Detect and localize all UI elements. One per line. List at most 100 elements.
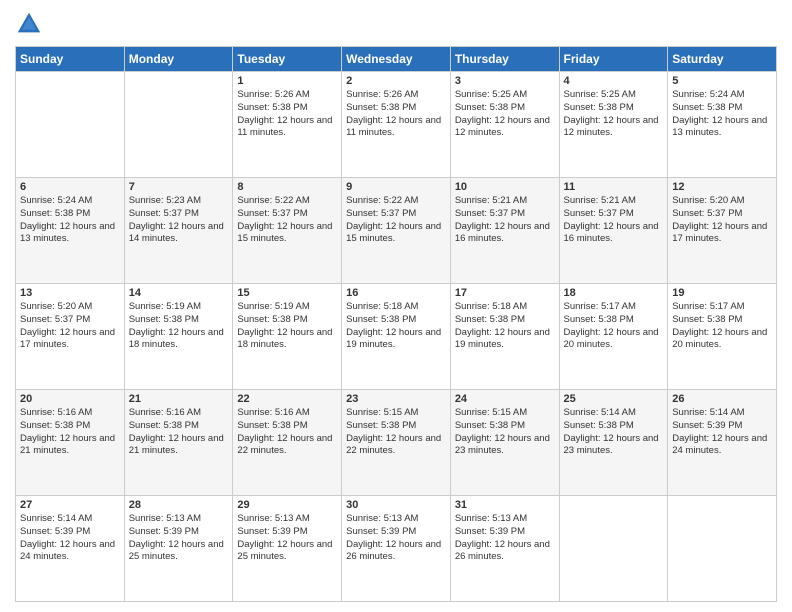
- day-info: Sunrise: 5:18 AM Sunset: 5:38 PM Dayligh…: [346, 301, 446, 352]
- day-info: Sunrise: 5:14 AM Sunset: 5:39 PM Dayligh…: [20, 513, 120, 564]
- day-number: 19: [672, 287, 772, 299]
- calendar-header-friday: Friday: [559, 47, 668, 72]
- day-number: 24: [455, 393, 555, 405]
- calendar-body: 1Sunrise: 5:26 AM Sunset: 5:38 PM Daylig…: [16, 72, 777, 602]
- calendar-header-sunday: Sunday: [16, 47, 125, 72]
- calendar-cell: 11 Sunrise: 5:21 AM Sunset: 5:37 PM Dayli…: [559, 178, 668, 284]
- day-info: Sunrise: 5:24 AM Sunset: 5:38 PM Dayligh…: [20, 195, 120, 246]
- calendar-header-tuesday: Tuesday: [233, 47, 342, 72]
- day-number: 31: [455, 499, 555, 511]
- day-info: Sunrise: 5:13 AM Sunset: 5:39 PM Dayligh…: [237, 513, 337, 564]
- day-info: Sunrise: 5:16 AM Sunset: 5:38 PM Dayligh…: [129, 407, 229, 458]
- day-info: Sunrise: 5:23 AM Sunset: 5:37 PM Dayligh…: [129, 195, 229, 246]
- day-info: Sunrise: 5:17 AM Sunset: 5:38 PM Dayligh…: [672, 301, 772, 352]
- logo-icon: [15, 10, 43, 38]
- calendar-header-wednesday: Wednesday: [342, 47, 451, 72]
- day-number: 8: [237, 181, 337, 193]
- calendar-cell: 2 Sunrise: 5:26 AM Sunset: 5:38 PM Daylig…: [342, 72, 451, 178]
- day-info: Sunrise: 5:20 AM Sunset: 5:37 PM Dayligh…: [20, 301, 120, 352]
- calendar-cell: 23 Sunrise: 5:15 AM Sunset: 5:38 PM Dayli…: [342, 390, 451, 496]
- calendar-cell: 20 Sunrise: 5:16 AM Sunset: 5:38 PM Dayli…: [16, 390, 125, 496]
- calendar-week-3: 13 Sunrise: 5:20 AM Sunset: 5:37 PM Dayli…: [16, 284, 777, 390]
- calendar-cell: [16, 72, 125, 178]
- calendar-cell: 24 Sunrise: 5:15 AM Sunset: 5:38 PM Dayli…: [450, 390, 559, 496]
- calendar-header-monday: Monday: [124, 47, 233, 72]
- day-info: Sunrise: 5:17 AM Sunset: 5:38 PM Dayligh…: [564, 301, 664, 352]
- day-number: 20: [20, 393, 120, 405]
- day-number: 9: [346, 181, 446, 193]
- day-info: Sunrise: 5:19 AM Sunset: 5:38 PM Dayligh…: [237, 301, 337, 352]
- day-number: 4: [564, 75, 664, 87]
- calendar-cell: [559, 496, 668, 602]
- calendar-cell: 9 Sunrise: 5:22 AM Sunset: 5:37 PM Daylig…: [342, 178, 451, 284]
- day-number: 3: [455, 75, 555, 87]
- calendar-table: SundayMondayTuesdayWednesdayThursdayFrid…: [15, 46, 777, 602]
- day-number: 28: [129, 499, 229, 511]
- calendar-cell: 18 Sunrise: 5:17 AM Sunset: 5:38 PM Dayli…: [559, 284, 668, 390]
- calendar-header-thursday: Thursday: [450, 47, 559, 72]
- calendar-header-row: SundayMondayTuesdayWednesdayThursdayFrid…: [16, 47, 777, 72]
- day-info: Sunrise: 5:26 AM Sunset: 5:38 PM Dayligh…: [237, 89, 337, 140]
- calendar-cell: 14 Sunrise: 5:19 AM Sunset: 5:38 PM Dayli…: [124, 284, 233, 390]
- day-info: Sunrise: 5:15 AM Sunset: 5:38 PM Dayligh…: [455, 407, 555, 458]
- calendar-cell: 12 Sunrise: 5:20 AM Sunset: 5:37 PM Dayli…: [668, 178, 777, 284]
- day-info: Sunrise: 5:13 AM Sunset: 5:39 PM Dayligh…: [455, 513, 555, 564]
- day-number: 7: [129, 181, 229, 193]
- day-number: 30: [346, 499, 446, 511]
- day-info: Sunrise: 5:14 AM Sunset: 5:39 PM Dayligh…: [672, 407, 772, 458]
- day-number: 29: [237, 499, 337, 511]
- calendar-cell: 17Sunrise: 5:18 AM Sunset: 5:38 PM Dayli…: [450, 284, 559, 390]
- day-info: Sunrise: 5:22 AM Sunset: 5:37 PM Dayligh…: [346, 195, 446, 246]
- calendar-cell: 15Sunrise: 5:19 AM Sunset: 5:38 PM Dayli…: [233, 284, 342, 390]
- day-number: 11: [564, 181, 664, 193]
- calendar-cell: 3 Sunrise: 5:25 AM Sunset: 5:38 PM Daylig…: [450, 72, 559, 178]
- day-info: Sunrise: 5:14 AM Sunset: 5:38 PM Dayligh…: [564, 407, 664, 458]
- calendar-week-1: 1Sunrise: 5:26 AM Sunset: 5:38 PM Daylig…: [16, 72, 777, 178]
- day-number: 10: [455, 181, 555, 193]
- day-number: 21: [129, 393, 229, 405]
- calendar-cell: 16Sunrise: 5:18 AM Sunset: 5:38 PM Dayli…: [342, 284, 451, 390]
- day-number: 2: [346, 75, 446, 87]
- calendar-cell: 13 Sunrise: 5:20 AM Sunset: 5:37 PM Dayli…: [16, 284, 125, 390]
- calendar-cell: 6Sunrise: 5:24 AM Sunset: 5:38 PM Daylig…: [16, 178, 125, 284]
- calendar-cell: 30 Sunrise: 5:13 AM Sunset: 5:39 PM Dayli…: [342, 496, 451, 602]
- day-info: Sunrise: 5:25 AM Sunset: 5:38 PM Dayligh…: [455, 89, 555, 140]
- day-info: Sunrise: 5:24 AM Sunset: 5:38 PM Dayligh…: [672, 89, 772, 140]
- calendar-cell: 7 Sunrise: 5:23 AM Sunset: 5:37 PM Daylig…: [124, 178, 233, 284]
- day-info: Sunrise: 5:13 AM Sunset: 5:39 PM Dayligh…: [346, 513, 446, 564]
- day-number: 25: [564, 393, 664, 405]
- calendar-cell: 10 Sunrise: 5:21 AM Sunset: 5:37 PM Dayli…: [450, 178, 559, 284]
- day-info: Sunrise: 5:15 AM Sunset: 5:38 PM Dayligh…: [346, 407, 446, 458]
- day-number: 23: [346, 393, 446, 405]
- day-info: Sunrise: 5:25 AM Sunset: 5:38 PM Dayligh…: [564, 89, 664, 140]
- calendar-cell: 21 Sunrise: 5:16 AM Sunset: 5:38 PM Dayli…: [124, 390, 233, 496]
- day-number: 14: [129, 287, 229, 299]
- day-info: Sunrise: 5:26 AM Sunset: 5:38 PM Dayligh…: [346, 89, 446, 140]
- calendar-cell: 25 Sunrise: 5:14 AM Sunset: 5:38 PM Dayli…: [559, 390, 668, 496]
- page: SundayMondayTuesdayWednesdayThursdayFrid…: [0, 0, 792, 612]
- day-number: 13: [20, 287, 120, 299]
- day-info: Sunrise: 5:16 AM Sunset: 5:38 PM Dayligh…: [20, 407, 120, 458]
- day-info: Sunrise: 5:21 AM Sunset: 5:37 PM Dayligh…: [455, 195, 555, 246]
- day-info: Sunrise: 5:19 AM Sunset: 5:38 PM Dayligh…: [129, 301, 229, 352]
- calendar-cell: 28Sunrise: 5:13 AM Sunset: 5:39 PM Dayli…: [124, 496, 233, 602]
- calendar-week-4: 20 Sunrise: 5:16 AM Sunset: 5:38 PM Dayli…: [16, 390, 777, 496]
- calendar-cell: 4 Sunrise: 5:25 AM Sunset: 5:38 PM Daylig…: [559, 72, 668, 178]
- day-number: 27: [20, 499, 120, 511]
- day-number: 26: [672, 393, 772, 405]
- calendar-cell: [668, 496, 777, 602]
- day-info: Sunrise: 5:16 AM Sunset: 5:38 PM Dayligh…: [237, 407, 337, 458]
- calendar-cell: 19 Sunrise: 5:17 AM Sunset: 5:38 PM Dayli…: [668, 284, 777, 390]
- calendar-cell: 1Sunrise: 5:26 AM Sunset: 5:38 PM Daylig…: [233, 72, 342, 178]
- calendar-header-saturday: Saturday: [668, 47, 777, 72]
- day-info: Sunrise: 5:21 AM Sunset: 5:37 PM Dayligh…: [564, 195, 664, 246]
- day-info: Sunrise: 5:22 AM Sunset: 5:37 PM Dayligh…: [237, 195, 337, 246]
- calendar-cell: 22Sunrise: 5:16 AM Sunset: 5:38 PM Dayli…: [233, 390, 342, 496]
- header: [15, 10, 777, 38]
- calendar-cell: 31 Sunrise: 5:13 AM Sunset: 5:39 PM Dayli…: [450, 496, 559, 602]
- day-info: Sunrise: 5:20 AM Sunset: 5:37 PM Dayligh…: [672, 195, 772, 246]
- day-number: 12: [672, 181, 772, 193]
- calendar-cell: 5Sunrise: 5:24 AM Sunset: 5:38 PM Daylig…: [668, 72, 777, 178]
- day-number: 18: [564, 287, 664, 299]
- calendar-cell: [124, 72, 233, 178]
